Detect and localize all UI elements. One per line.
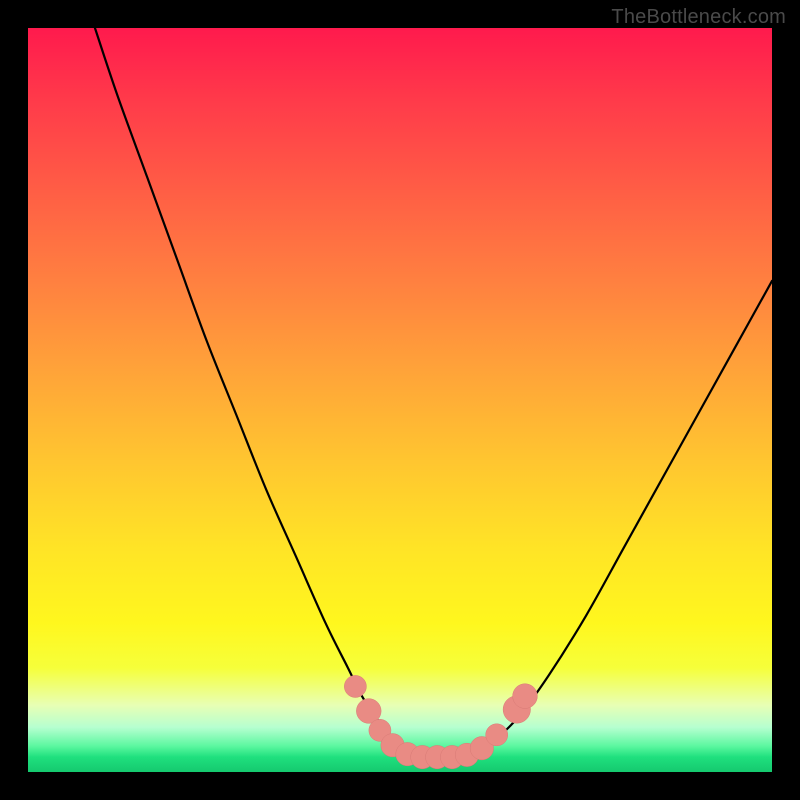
plot-area (28, 28, 772, 772)
curve-marker (344, 675, 366, 697)
bottleneck-curve (95, 28, 772, 757)
curve-markers (344, 675, 537, 768)
chart-svg (28, 28, 772, 772)
watermark-text: TheBottleneck.com (611, 6, 786, 29)
curve-marker (513, 684, 538, 709)
curve-marker (486, 724, 508, 746)
outer-frame: TheBottleneck.com (0, 0, 800, 800)
